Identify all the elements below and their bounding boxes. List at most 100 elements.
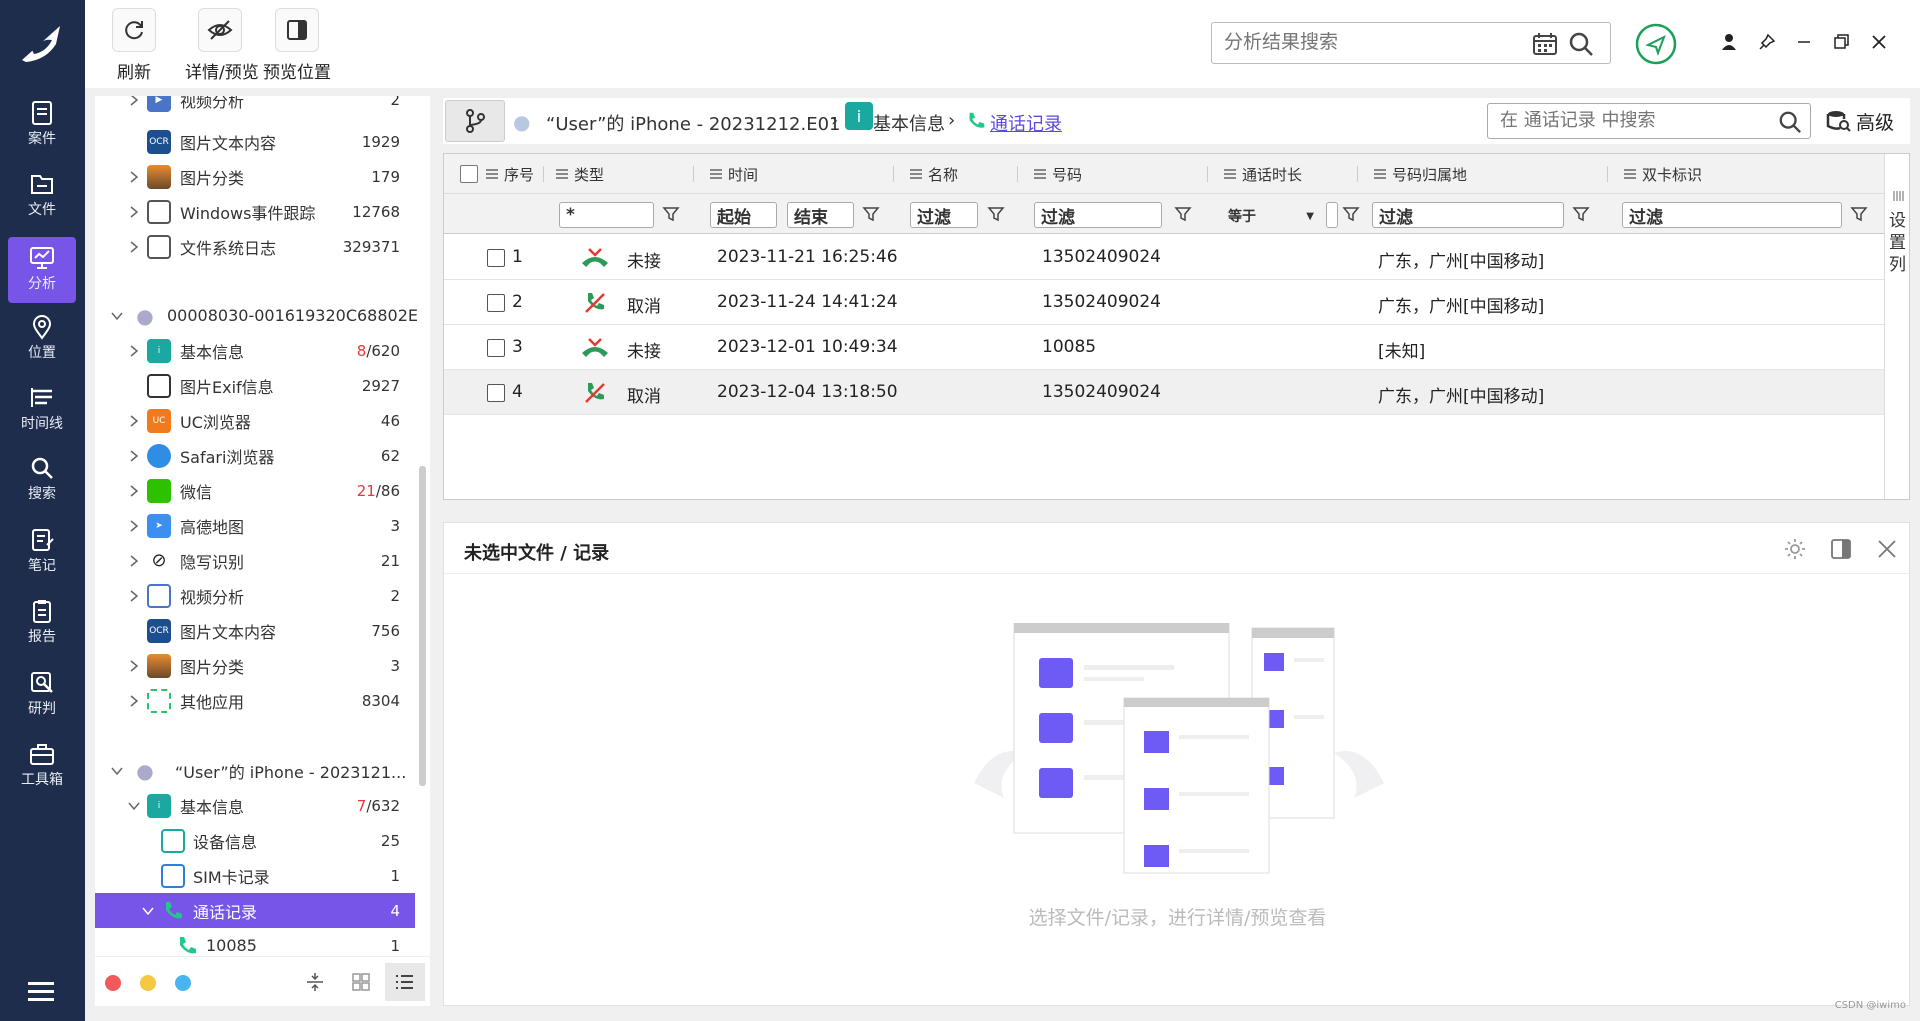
- branch-button[interactable]: [445, 100, 505, 142]
- tree-item[interactable]: 其他应用 8304: [95, 683, 415, 718]
- tree-item[interactable]: ➤ 高德地图 3: [95, 508, 415, 543]
- location-send-icon[interactable]: [1635, 23, 1677, 65]
- chevron-right-icon[interactable]: [128, 414, 140, 427]
- filter-icon[interactable]: [862, 205, 880, 223]
- time-start-input[interactable]: 起始: [710, 202, 777, 228]
- breadcrumb-section[interactable]: 基本信息: [873, 110, 945, 136]
- nav-note[interactable]: 笔记: [8, 519, 76, 585]
- tree-item[interactable]: ▶ 视频分析 2: [95, 96, 415, 117]
- chevron-right-icon[interactable]: [128, 589, 140, 602]
- chevron-right-icon[interactable]: [128, 205, 140, 218]
- close-icon[interactable]: [1867, 30, 1891, 54]
- filter-icon[interactable]: [987, 205, 1005, 223]
- collapse-icon[interactable]: [305, 971, 325, 993]
- search-icon[interactable]: [1778, 110, 1802, 134]
- search-icon[interactable]: [1568, 31, 1594, 57]
- chevron-right-icon[interactable]: [128, 449, 140, 462]
- nav-file[interactable]: 文件: [8, 163, 76, 229]
- tree-device[interactable]: ● “User”的 iPhone - 2023121...: [95, 753, 415, 788]
- gear-icon[interactable]: [1784, 538, 1806, 560]
- filter-icon[interactable]: [1342, 205, 1360, 223]
- blue-dot-icon[interactable]: [175, 975, 191, 991]
- tree-item[interactable]: UC UC浏览器 46: [95, 403, 415, 438]
- column-header-name[interactable]: 名称: [894, 154, 1018, 194]
- table-row[interactable]: 2 取消 2023-11-24 14:41:24 13502409024 广东，…: [444, 280, 1884, 325]
- calendar-icon[interactable]: [1532, 32, 1558, 56]
- filter-icon[interactable]: [1850, 205, 1868, 223]
- tree-item-call-log[interactable]: 通话记录 4: [95, 893, 415, 928]
- nav-location[interactable]: 位置: [8, 306, 76, 372]
- tree-scrollbar[interactable]: [419, 466, 426, 786]
- chevron-right-icon[interactable]: [128, 694, 140, 707]
- tree-item[interactable]: OCR 图片文本内容 1929: [95, 124, 415, 159]
- nav-report[interactable]: 报告: [8, 590, 76, 656]
- name-filter-input[interactable]: 过滤: [910, 202, 978, 228]
- row-checkbox[interactable]: [487, 294, 505, 312]
- nav-analysis[interactable]: 分析: [8, 237, 76, 303]
- dualsim-filter-input[interactable]: 过滤: [1622, 202, 1842, 228]
- hamburger-menu-icon[interactable]: [28, 982, 54, 1002]
- close-icon[interactable]: [1876, 538, 1898, 560]
- column-header-dualsim[interactable]: 双卡标识: [1608, 154, 1884, 194]
- tree-item[interactable]: Windows事件跟踪 12768: [95, 194, 415, 229]
- tree-item[interactable]: 文件系统日志 329371: [95, 229, 415, 264]
- set-columns-button[interactable]: 设置列: [1884, 154, 1909, 499]
- tree-item[interactable]: SIM卡记录 1: [95, 858, 415, 893]
- chevron-down-icon[interactable]: [111, 765, 123, 777]
- table-search-input[interactable]: [1500, 104, 1760, 136]
- advanced-search-button[interactable]: 高级: [1826, 106, 1894, 136]
- user-icon[interactable]: [1717, 30, 1741, 54]
- nav-timeline[interactable]: 时间线: [8, 377, 76, 443]
- breadcrumb-device[interactable]: “User”的 iPhone - 20231212.E01: [546, 110, 840, 136]
- chevron-right-icon[interactable]: [128, 659, 140, 672]
- panel-right-icon[interactable]: [1830, 538, 1852, 560]
- time-end-input[interactable]: 结束: [787, 202, 854, 228]
- minimize-icon[interactable]: [1792, 30, 1816, 54]
- chevron-down-icon[interactable]: [128, 800, 140, 812]
- chevron-down-icon[interactable]: [142, 905, 154, 917]
- nav-case[interactable]: 案件: [8, 92, 76, 158]
- filter-icon[interactable]: [662, 205, 680, 223]
- location-filter-input[interactable]: 过滤: [1372, 202, 1564, 228]
- red-dot-icon[interactable]: [105, 975, 121, 991]
- chevron-right-icon[interactable]: [128, 554, 140, 567]
- nav-toolbox[interactable]: 工具箱: [8, 733, 76, 799]
- tree-item[interactable]: 图片Exif信息 2927: [95, 368, 415, 403]
- tree-item[interactable]: ⊘ 隐写识别 21: [95, 543, 415, 578]
- column-header-location[interactable]: 号码归属地: [1358, 154, 1608, 194]
- nav-judge[interactable]: 研判: [8, 662, 76, 728]
- yellow-dot-icon[interactable]: [140, 975, 156, 991]
- table-row[interactable]: 3 未接 2023-12-01 10:49:34 10085 [未知]: [444, 325, 1884, 370]
- chevron-right-icon[interactable]: [128, 344, 140, 357]
- pin-icon[interactable]: [1755, 30, 1779, 54]
- chevron-right-icon[interactable]: [128, 484, 140, 497]
- detail-preview-button[interactable]: 详情/预览: [185, 8, 259, 83]
- duration-filter-input[interactable]: [1326, 202, 1338, 228]
- duration-operator-select[interactable]: 等于 ▼: [1224, 204, 1318, 228]
- column-header-time[interactable]: 时间: [694, 154, 894, 194]
- tree-item[interactable]: 图片分类 179: [95, 159, 415, 194]
- filter-icon[interactable]: [1174, 205, 1192, 223]
- chevron-right-icon[interactable]: [128, 519, 140, 532]
- type-filter-input[interactable]: *: [559, 202, 654, 228]
- refresh-button[interactable]: 刷新: [112, 8, 156, 83]
- table-row[interactable]: 4 取消 2023-12-04 13:18:50 13502409024 广东，…: [444, 370, 1884, 415]
- column-header-type[interactable]: 类型: [544, 154, 694, 194]
- column-header-duration[interactable]: 通话时长: [1208, 154, 1358, 194]
- filter-icon[interactable]: [1572, 205, 1590, 223]
- column-header-number[interactable]: 号码: [1018, 154, 1208, 194]
- chevron-right-icon[interactable]: [128, 170, 140, 183]
- row-checkbox[interactable]: [487, 384, 505, 402]
- tree-item[interactable]: 微信 21/86: [95, 473, 415, 508]
- number-filter-input[interactable]: 过滤: [1034, 202, 1162, 228]
- restore-icon[interactable]: [1829, 30, 1853, 54]
- row-checkbox[interactable]: [487, 249, 505, 267]
- tree-item[interactable]: i 基本信息 8/620: [95, 333, 415, 368]
- tree-item[interactable]: i 基本信息 7/632: [95, 788, 415, 823]
- preview-position-button[interactable]: 预览位置: [262, 8, 332, 83]
- tree-device[interactable]: ● 00008030-001619320C68802E: [95, 298, 418, 333]
- chevron-down-icon[interactable]: [111, 310, 123, 322]
- row-checkbox[interactable]: [487, 339, 505, 357]
- table-row[interactable]: 1 未接 2023-11-21 16:25:46 13502409024 广东，…: [444, 235, 1884, 280]
- global-search-input[interactable]: [1224, 23, 1524, 61]
